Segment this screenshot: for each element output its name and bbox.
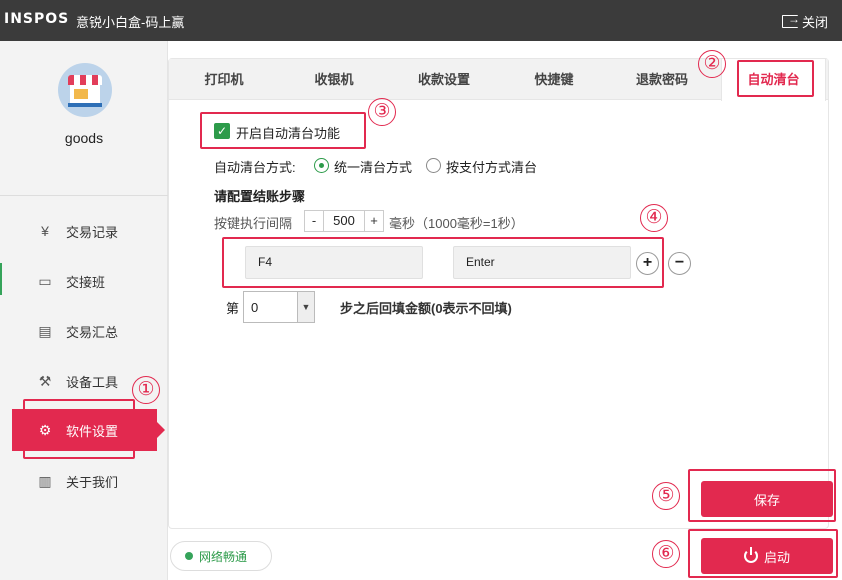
step-select-value: 0: [251, 300, 259, 315]
annotation-number: ⑤: [652, 482, 680, 510]
exit-icon: [781, 12, 800, 28]
book-icon: ▥: [38, 472, 52, 489]
close-label: 关闭: [801, 15, 828, 30]
mode-radio-by-payment[interactable]: [426, 158, 441, 173]
sidebar-item-label: 交易汇总: [66, 324, 119, 340]
clear-mode-label: 自动清台方式:: [214, 160, 296, 175]
app-title: 意锐小白盒-码上赢: [76, 15, 185, 30]
interval-decrement-button[interactable]: -: [304, 210, 324, 232]
divider: [0, 195, 168, 196]
annotation-number: ③: [368, 98, 396, 126]
app-logo: INSPOS: [4, 11, 70, 27]
interval-unit: 毫秒（1000毫秒=1秒）: [389, 216, 524, 231]
receipt-icon: ¥: [41, 223, 49, 239]
annotation-number: ⑥: [652, 540, 680, 568]
step-select[interactable]: 0 ▼: [243, 291, 315, 323]
title-bar: INSPOS 意锐小白盒-码上赢 关闭: [0, 0, 842, 41]
remove-step-button[interactable]: −: [668, 252, 691, 275]
sidebar-item-label: 交易记录: [66, 224, 119, 240]
status-edge: [0, 263, 2, 295]
annotation-number: ①: [132, 376, 160, 404]
avatar: [58, 63, 112, 117]
monitor-icon: ▭: [38, 272, 52, 289]
annotation-box: [688, 529, 838, 578]
close-button[interactable]: 关闭: [781, 12, 828, 31]
tab-register[interactable]: 收银机: [289, 59, 379, 100]
annotation-box: [200, 112, 366, 149]
tab-bar: 打印机 收银机 收款设置 快捷键 退款密码 自动清台: [169, 59, 828, 101]
sidebar-item-label: 设备工具: [66, 374, 119, 390]
sidebar-item-label: 交接班: [66, 274, 106, 290]
mode-option-unified: 统一清台方式: [334, 160, 413, 175]
sidebar-item-label: 关于我们: [66, 474, 119, 490]
annotation-number: ②: [698, 50, 726, 78]
mode-option-by-payment: 按支付方式清台: [446, 160, 538, 175]
tab-printer[interactable]: 打印机: [179, 59, 269, 100]
status-dot-icon: [185, 552, 193, 560]
annotation-box: [737, 60, 814, 97]
sidebar-item-summary[interactable]: ▤ 交易汇总: [12, 310, 157, 352]
annotation-box: [23, 399, 135, 459]
username: goods: [64, 130, 104, 146]
interval-label: 按键执行间隔: [214, 216, 293, 231]
sidebar-item-about[interactable]: ▥ 关于我们: [12, 460, 157, 502]
interval-input[interactable]: 500: [324, 210, 364, 232]
step-prefix: 第: [226, 301, 240, 316]
mode-radio-unified[interactable]: [314, 158, 329, 173]
steps-title: 请配置结账步骤: [214, 189, 306, 204]
tools-icon: ⚒: [38, 372, 52, 389]
document-icon: ▤: [38, 322, 52, 339]
annotation-box: [688, 469, 836, 522]
sidebar-item-transactions[interactable]: ¥ 交易记录: [12, 210, 157, 252]
network-status-badge: 网络畅通: [170, 541, 272, 571]
step-suffix: 步之后回填金额(0表示不回填): [340, 301, 512, 316]
annotation-number: ④: [640, 204, 668, 232]
annotation-box: [222, 237, 664, 288]
tab-payment-settings[interactable]: 收款设置: [399, 59, 489, 100]
tab-shortcuts[interactable]: 快捷键: [509, 59, 599, 100]
tab-refund-password[interactable]: 退款密码: [617, 59, 707, 100]
sidebar-item-shift[interactable]: ▭ 交接班: [12, 260, 157, 302]
interval-increment-button[interactable]: +: [364, 210, 384, 232]
chevron-down-icon[interactable]: ▼: [297, 292, 314, 322]
network-status-label: 网络畅通: [199, 549, 248, 564]
